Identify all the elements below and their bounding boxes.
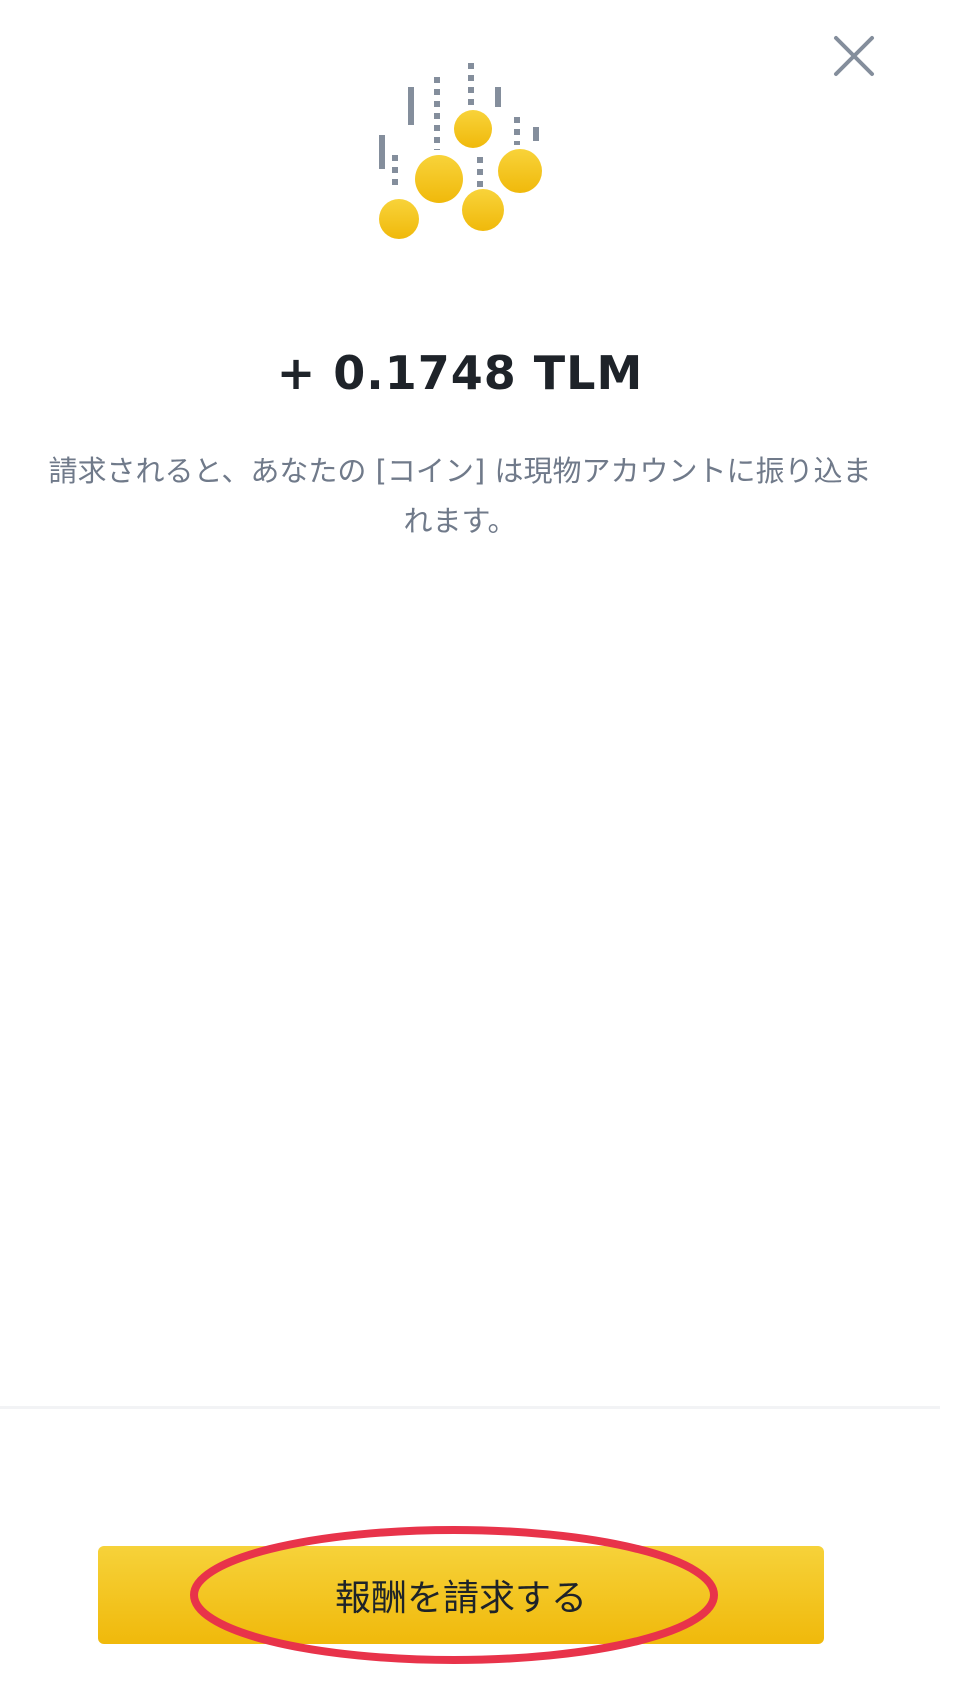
claim-reward-button[interactable]: 報酬を請求する (98, 1546, 824, 1644)
reward-description: 請求されると、あなたの [コイン] は現物アカウントに振り込まれます。 (48, 454, 872, 538)
close-button[interactable] (826, 28, 882, 84)
close-icon (834, 36, 874, 76)
reward-amount: + 0.1748 TLM (276, 346, 644, 400)
footer-divider (0, 1406, 940, 1409)
falling-coins-icon (365, 55, 575, 255)
claim-reward-label: 報酬を請求する (334, 1578, 587, 1619)
